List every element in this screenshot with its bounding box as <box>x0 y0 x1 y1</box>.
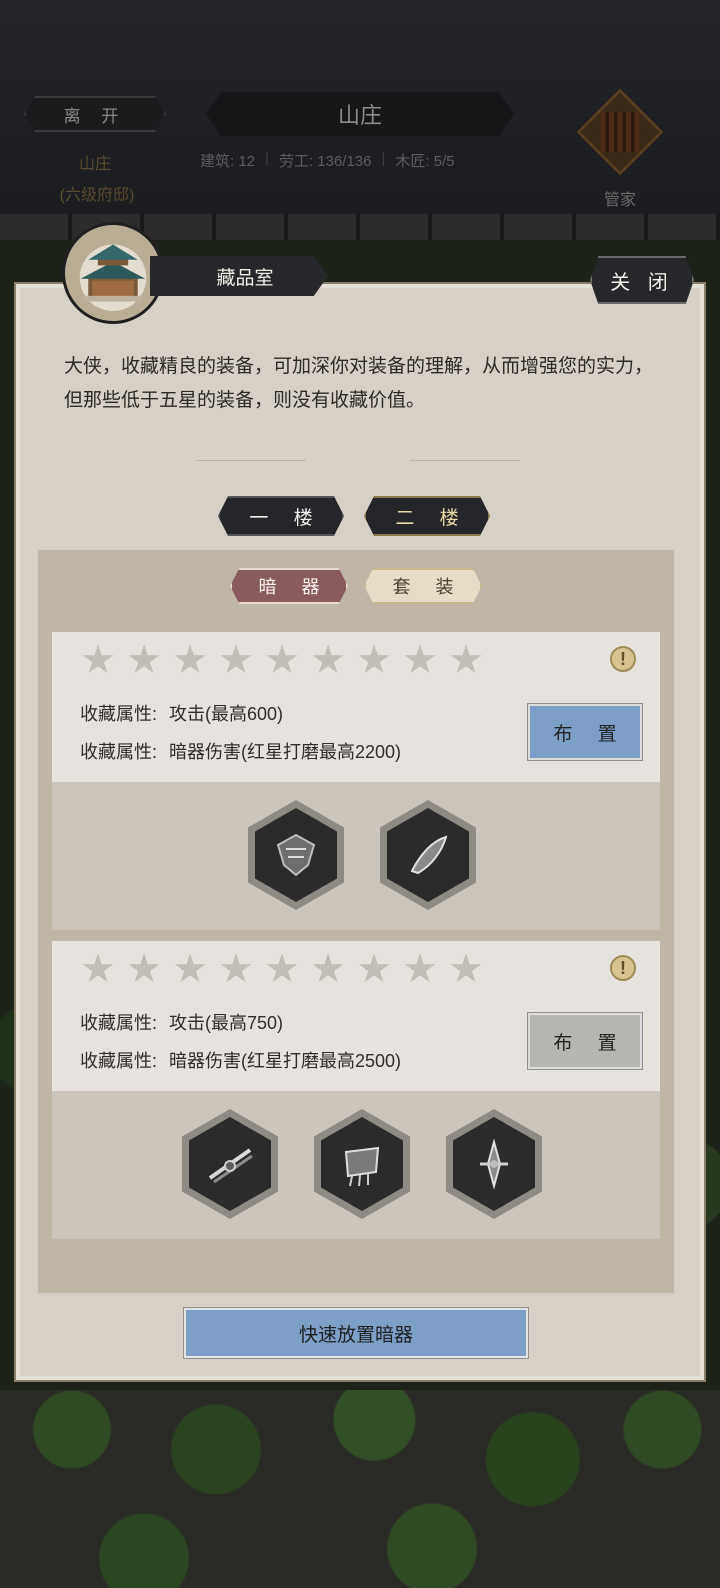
star-icon: ★ <box>448 947 484 991</box>
collection-card: ★ ★ ★ ★ ★ ★ ★ ★ ★ ! 收藏属性: 攻击(最高750) 收藏属性:… <box>52 941 660 1239</box>
abacus-icon[interactable] <box>576 88 664 176</box>
tab-floor-2[interactable]: 二 楼 <box>364 496 490 536</box>
star-icon: ★ <box>80 947 116 991</box>
star-icon: ★ <box>172 947 208 991</box>
attribute-row: 收藏属性: 攻击(最高750) <box>80 1009 283 1035</box>
close-button[interactable]: 关 闭 <box>590 256 694 304</box>
labor-stat: 劳工: 136/136 <box>278 153 372 170</box>
attribute-row: 收藏属性: 暗器伤害(红星打磨最高2500) <box>80 1047 401 1073</box>
star-icon: ★ <box>172 638 208 682</box>
item-slot[interactable] <box>446 1109 542 1219</box>
star-icon: ★ <box>218 947 254 991</box>
carpenter-stat: 木匠: 5/5 <box>395 153 455 170</box>
tab-floor-1[interactable]: 一 楼 <box>218 496 344 536</box>
feather-blade-icon <box>410 835 448 875</box>
place-button[interactable]: 布 置 <box>527 703 643 761</box>
star-icon: ★ <box>356 947 392 991</box>
star-icon: ★ <box>356 638 392 682</box>
estate-name: 山庄 <box>78 156 111 173</box>
info-exclamation-icon[interactable]: ! <box>610 955 636 981</box>
attribute-key: 收藏属性: <box>80 1013 158 1033</box>
item-slot[interactable] <box>248 800 344 910</box>
estate-stats: 建筑: 12 | 劳工: 136/136 | 木匠: 5/5 <box>200 150 530 171</box>
stat-divider: | <box>265 150 269 167</box>
dart-icon <box>480 1138 508 1190</box>
collection-card: ★ ★ ★ ★ ★ ★ ★ ★ ★ ! 收藏属性: 攻击(最高600) 收藏属性:… <box>52 632 660 930</box>
attribute-key: 收藏属性: <box>80 742 158 762</box>
item-slot[interactable] <box>380 800 476 910</box>
attribute-row: 收藏属性: 暗器伤害(红星打磨最高2200) <box>80 738 401 764</box>
item-slot[interactable] <box>182 1109 278 1219</box>
ornament-divider <box>196 460 306 467</box>
top-bar: 离 开 山庄 (六级府邸) 山庄 建筑: 12 | 劳工: 136/136 | … <box>0 0 720 222</box>
info-exclamation-icon[interactable]: ! <box>610 646 636 672</box>
pavilion-icon <box>62 222 164 324</box>
place-button[interactable]: 布 置 <box>527 1012 643 1070</box>
star-icon: ★ <box>448 638 484 682</box>
modal-title: 藏品室 <box>150 256 328 296</box>
buildings-stat: 建筑: 12 <box>200 153 256 170</box>
page-title: 山庄 <box>206 92 514 136</box>
star-icon: ★ <box>264 947 300 991</box>
ornament-divider <box>410 460 520 467</box>
tab-equipment-sets[interactable]: 套 装 <box>364 568 482 604</box>
claw-weapon-icon <box>276 833 316 877</box>
attribute-key: 收藏属性: <box>80 704 158 724</box>
quick-place-button[interactable]: 快速放置暗器 <box>183 1307 529 1359</box>
description-text: 大侠，收藏精良的装备，可加深你对装备的理解，从而增强您的实力，但那些低于五星的装… <box>64 356 654 411</box>
ground-background <box>0 1390 720 1588</box>
estate-rank: (六级府邸) <box>59 187 135 204</box>
star-icon: ★ <box>402 947 438 991</box>
star-rating: ★ ★ ★ ★ ★ ★ ★ ★ ★ <box>80 638 484 682</box>
steward-label[interactable]: 管家 <box>590 186 650 210</box>
attribute-key: 收藏属性: <box>80 1051 158 1071</box>
attribute-row: 收藏属性: 攻击(最高600) <box>80 700 283 726</box>
star-icon: ★ <box>126 638 162 682</box>
stat-divider: | <box>381 150 386 167</box>
star-icon: ★ <box>80 638 116 682</box>
star-icon: ★ <box>310 638 346 682</box>
twin-blade-icon <box>208 1148 253 1184</box>
tab-hidden-weapons[interactable]: 暗 器 <box>230 568 348 604</box>
star-icon: ★ <box>402 638 438 682</box>
star-rating: ★ ★ ★ ★ ★ ★ ★ ★ ★ <box>80 947 484 991</box>
star-icon: ★ <box>264 638 300 682</box>
attribute-value: 攻击(最高750) <box>169 1013 284 1033</box>
attribute-value: 暗器伤害(红星打磨最高2200) <box>169 742 402 762</box>
attribute-value: 攻击(最高600) <box>169 704 284 724</box>
spike-fan-icon <box>344 1146 380 1187</box>
star-icon: ★ <box>126 947 162 991</box>
star-icon: ★ <box>218 638 254 682</box>
attribute-value: 暗器伤害(红星打磨最高2500) <box>169 1051 402 1071</box>
leave-button[interactable]: 离 开 <box>24 96 166 132</box>
star-icon: ★ <box>310 947 346 991</box>
item-slot[interactable] <box>314 1109 410 1219</box>
